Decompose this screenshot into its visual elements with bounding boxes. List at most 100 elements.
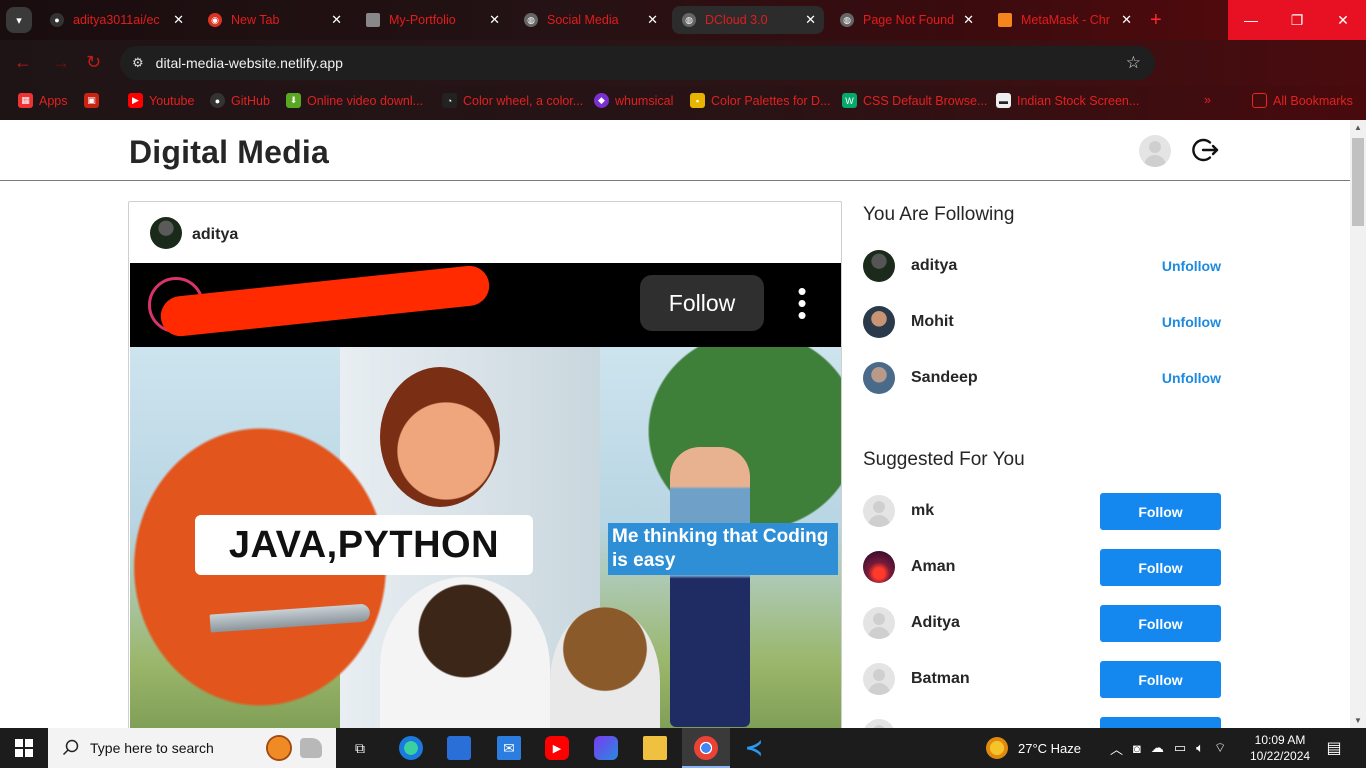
close-icon[interactable]: ✕ [489,12,500,28]
search-icon [62,739,79,756]
user-avatar[interactable] [863,607,895,639]
site-brand[interactable]: Digital Media [129,134,329,171]
chrome-icon[interactable] [694,736,718,760]
bookmark-item[interactable]: ▪ Color Palettes for D... [690,93,831,108]
bookmark-item[interactable]: ● GitHub [210,93,270,108]
post-author-avatar[interactable] [150,217,182,249]
user-avatar[interactable] [863,495,895,527]
unfollow-button[interactable]: Unfollow [1162,370,1221,386]
browser-tab[interactable]: My-Portfolio ✕ [356,6,508,34]
site-settings-icon[interactable]: ⚙ [132,55,144,71]
vscode-icon[interactable]: ≺ [742,735,766,760]
user-name[interactable]: Batman [911,670,970,688]
user-name[interactable]: Mohit [911,313,954,331]
windows-taskbar: Type here to search ⧉ ✉ ▶ ≺ 27°C Haze ︿ … [0,728,1366,768]
bookmark-item[interactable]: ▦ Apps [18,93,68,108]
bookmarks-overflow-button[interactable]: » [1204,93,1211,107]
browser-tab[interactable]: ◉ New Tab ✕ [198,6,350,34]
url-text[interactable]: dital-media-website.netlify.app [156,55,343,71]
user-name[interactable]: Aditya [911,614,960,632]
unfollow-button[interactable]: Unfollow [1162,258,1221,274]
taskbar-search-box[interactable]: Type here to search [48,728,336,768]
edge-icon[interactable] [399,736,423,760]
forward-button[interactable]: → [52,52,70,73]
unfollow-button[interactable]: Unfollow [1162,314,1221,330]
bookmark-item[interactable]: ▬ Indian Stock Screen... [996,93,1139,108]
mail-icon[interactable]: ✉ [497,736,521,760]
follow-button[interactable]: Follow [1100,493,1221,530]
follow-button[interactable] [1100,717,1221,728]
bookmark-item[interactable]: ▶ Youtube [128,93,194,108]
weather-text: 27°C Haze [1018,740,1082,756]
weather-widget[interactable]: 27°C Haze [986,728,1081,768]
youtube-icon[interactable]: ▶ [545,736,569,760]
back-button[interactable]: ← [14,52,32,73]
user-avatar[interactable] [863,719,895,728]
user-name[interactable]: aditya [911,257,957,275]
wifi-icon[interactable]: ⌔ [1214,740,1226,756]
close-icon[interactable]: ✕ [331,12,342,28]
bookmark-label: Color Palettes for D... [711,93,831,108]
all-bookmarks[interactable]: All Bookmarks [1252,93,1353,108]
bookmark-item[interactable]: ◔ Color wheel, a color... [442,93,583,108]
user-name[interactable]: Aman [911,558,955,576]
post-image[interactable]: artist Follow ••• JAVA,PYTHON Me thinkin… [130,263,841,728]
follow-button[interactable]: Follow [1100,605,1221,642]
bookmark-item[interactable]: W CSS Default Browse... [842,93,987,108]
bookmark-item[interactable]: ⬇ Online video downl... [286,93,423,108]
bookmark-item[interactable]: ▣ [84,93,105,108]
logout-icon[interactable] [1192,136,1220,164]
user-name[interactable]: Sandeep [911,369,978,387]
browser-tab-active[interactable]: ◍ DCloud 3.0 ✕ [672,6,824,34]
start-button[interactable] [0,728,48,768]
user-avatar[interactable] [863,250,895,282]
browser-tab[interactable]: MetaMask - Chr ✕ [988,6,1140,34]
reload-button[interactable]: ↻ [86,52,101,73]
close-icon[interactable]: ✕ [963,12,974,28]
chevron-up-icon[interactable]: ︿ [1110,739,1123,758]
restore-button[interactable]: ❐ [1274,0,1320,40]
close-icon[interactable]: ✕ [647,12,658,28]
suggested-user-row: Aditya Follow [863,605,1221,642]
browser-tab[interactable]: ◍ Page Not Found ✕ [830,6,982,34]
new-tab-button[interactable]: + [1150,10,1162,30]
post-author-name[interactable]: aditya [192,226,238,244]
reload-icon: ↻ [86,52,102,72]
w3-icon: W [842,93,857,108]
tab-search-button[interactable]: ▾ [6,7,32,33]
bookmark-item[interactable]: ◆ whumsical [594,93,673,108]
user-avatar[interactable] [863,551,895,583]
page-scrollbar[interactable]: ▲ ▼ [1350,120,1366,728]
scroll-down-icon[interactable]: ▼ [1354,716,1362,725]
scroll-up-icon[interactable]: ▲ [1354,123,1362,132]
close-icon[interactable]: ✕ [173,12,184,28]
user-avatar[interactable] [1139,135,1171,167]
browser-tab[interactable]: ◍ Social Media ✕ [514,6,666,34]
browser-tab[interactable]: ● aditya3011ai/ec ✕ [40,6,192,34]
scrollbar-thumb[interactable] [1352,138,1364,226]
user-avatar[interactable] [863,362,895,394]
close-icon[interactable]: ✕ [805,12,816,28]
file-explorer-icon[interactable] [643,736,667,760]
close-icon[interactable]: ✕ [1121,12,1132,28]
minimize-button[interactable]: — [1228,0,1274,40]
follow-button[interactable]: Follow [1100,549,1221,586]
notifications-icon[interactable]: ▤ [1322,736,1346,760]
github-icon: ● [50,13,64,27]
close-window-button[interactable]: ✕ [1320,0,1366,40]
copilot-icon[interactable] [594,736,618,760]
taskbar-clock[interactable]: 10:09 AM 10/22/2024 [1250,732,1310,764]
user-avatar[interactable] [863,306,895,338]
cloud-off-icon[interactable]: ☁ [1151,740,1164,756]
bookmark-star-icon[interactable]: ☆ [1126,53,1141,73]
address-bar[interactable]: ⚙ dital-media-website.netlify.app ☆ [120,46,1155,80]
volume-icon[interactable]: 🔈︎ [1196,740,1204,756]
task-view-icon[interactable]: ⧉ [348,736,372,760]
user-avatar[interactable] [863,663,895,695]
user-name[interactable]: mk [911,502,934,520]
battery-icon[interactable]: ▭ [1174,740,1186,756]
camera-icon[interactable]: ◙ [1133,741,1141,756]
store-icon[interactable] [447,736,471,760]
follow-button[interactable]: Follow [1100,661,1221,698]
following-user-row: Sandeep Unfollow [863,360,1221,396]
